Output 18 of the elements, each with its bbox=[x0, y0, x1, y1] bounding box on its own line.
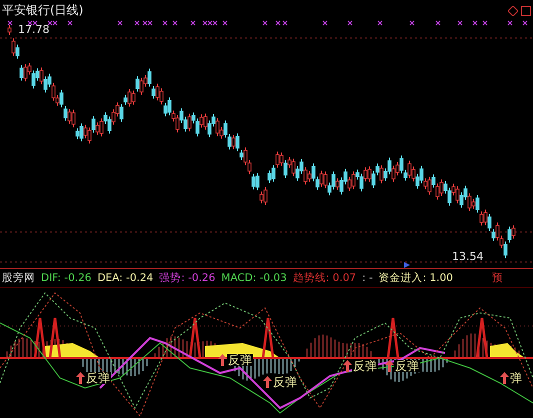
rebound-signal: 反弹 bbox=[85, 372, 111, 384]
forecast-label: 预 bbox=[492, 271, 503, 285]
chart-title: 平安银行(日线) bbox=[2, 2, 84, 19]
legend-value: DEA: -0.24 bbox=[97, 272, 154, 284]
rebound-signal: 反弹 bbox=[394, 360, 420, 372]
indicator-name: 股旁网 bbox=[2, 271, 35, 285]
low-price-label: 13.54 bbox=[452, 250, 484, 263]
high-price-label: 17.78 bbox=[18, 23, 50, 36]
legend-value: : - bbox=[362, 272, 373, 284]
legend-value: 强势: -0.26 bbox=[159, 271, 216, 285]
legend-value: 资金进入: 1.00 bbox=[378, 271, 453, 285]
legend-value: 趋势线: 0.07 bbox=[292, 271, 356, 285]
rebound-signal: 反弹 bbox=[272, 376, 298, 388]
legend-value: DIF: -0.26 bbox=[41, 272, 92, 284]
rebound-signal: 反弹 bbox=[352, 360, 378, 372]
rebound-signal: 弹 bbox=[509, 372, 523, 384]
rebound-signal: 反弹 bbox=[227, 354, 253, 366]
legend-value: MACD: -0.03 bbox=[221, 272, 287, 284]
